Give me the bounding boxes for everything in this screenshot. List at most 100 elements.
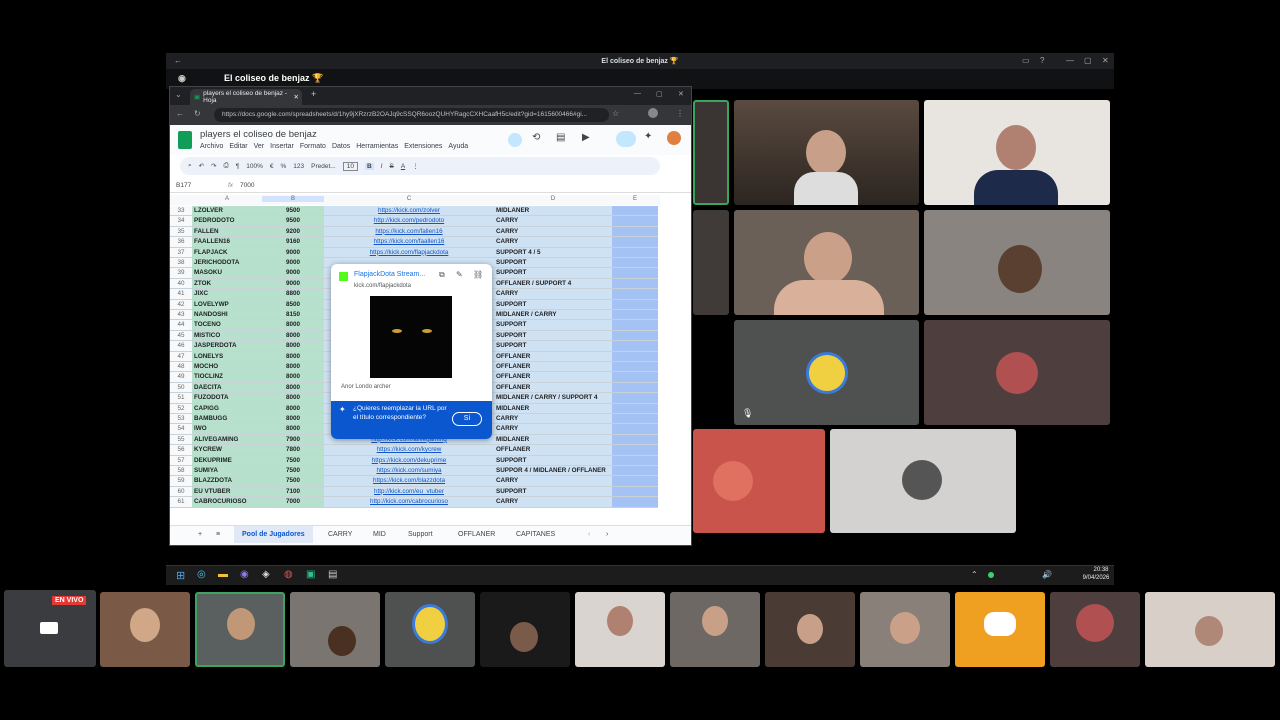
cell-role[interactable]: OFFLANER bbox=[494, 372, 612, 383]
cell-player[interactable]: LOVELYWP bbox=[192, 299, 262, 310]
cell-player[interactable]: CAPIGG bbox=[192, 403, 262, 414]
bold-button[interactable]: B bbox=[364, 162, 374, 170]
print-icon[interactable]: ⎙ bbox=[224, 162, 229, 170]
row-number[interactable]: 60 bbox=[170, 486, 192, 498]
row-number[interactable]: 53 bbox=[170, 414, 192, 425]
video-tile-player[interactable] bbox=[734, 210, 919, 315]
zoom-select[interactable]: 100% bbox=[246, 163, 263, 170]
cell-empty[interactable] bbox=[612, 476, 658, 487]
row-number[interactable]: 43 bbox=[170, 310, 192, 321]
cell-empty[interactable] bbox=[612, 278, 658, 290]
cell-empty[interactable] bbox=[612, 330, 658, 342]
cell-points[interactable]: 7000 bbox=[262, 497, 324, 508]
row-number[interactable]: 51 bbox=[170, 393, 192, 404]
font-size-input[interactable]: 10 bbox=[342, 161, 358, 171]
all-sheets-icon[interactable]: ≡ bbox=[216, 531, 220, 538]
cell-link[interactable]: https://kick.com/kycrew bbox=[324, 445, 494, 456]
row-number[interactable]: 41 bbox=[170, 289, 192, 300]
cell-points[interactable]: 9000 bbox=[262, 278, 324, 290]
row-number[interactable]: 52 bbox=[170, 403, 192, 414]
reload-icon[interactable]: ↻ bbox=[194, 109, 201, 118]
obs-icon[interactable]: ◍ bbox=[284, 569, 293, 580]
cell-empty[interactable] bbox=[612, 247, 658, 258]
row-number[interactable]: 57 bbox=[170, 455, 192, 466]
cell-empty[interactable] bbox=[612, 424, 658, 435]
menu-item[interactable]: Archivo bbox=[200, 143, 223, 150]
app-icon[interactable]: ▤ bbox=[328, 569, 337, 580]
column-header[interactable]: A bbox=[192, 196, 262, 202]
minimize-icon[interactable]: — bbox=[1066, 56, 1074, 65]
more-icon[interactable]: ⋮ bbox=[412, 162, 419, 170]
cell-role[interactable]: SUPPORT 4 / 5 bbox=[494, 247, 612, 258]
voice-tile[interactable]: 🎙 bbox=[734, 320, 919, 425]
tray-status-icon[interactable] bbox=[988, 572, 994, 578]
cell-player[interactable]: LONELYS bbox=[192, 351, 262, 362]
name-box[interactable]: B177 bbox=[176, 182, 191, 189]
menu-item[interactable]: Herramientas bbox=[356, 143, 398, 150]
accept-button[interactable]: Sí bbox=[452, 412, 482, 426]
cell-player[interactable]: KYCREW bbox=[192, 445, 262, 456]
cell-role[interactable]: SUPPOR 4 / MIDLANER / OFFLANER bbox=[494, 466, 612, 477]
cell-player[interactable]: CABROCURIOSO bbox=[192, 497, 262, 508]
text-color-button[interactable]: A bbox=[401, 163, 405, 170]
cell-role[interactable]: OFFLANER bbox=[494, 445, 612, 456]
avatar[interactable] bbox=[648, 108, 658, 118]
tab-capitanes[interactable]: CAPITANES bbox=[516, 531, 555, 538]
cell-player[interactable]: TIOCLINZ bbox=[192, 372, 262, 383]
cell-player[interactable]: EU VTUBER bbox=[192, 486, 262, 498]
cell-link[interactable]: https://kick.com/faallen16 bbox=[324, 237, 494, 248]
cell-points[interactable]: 7500 bbox=[262, 466, 324, 477]
folder-icon[interactable]: ▬ bbox=[218, 569, 228, 580]
cell-role[interactable]: SUPPORT bbox=[494, 268, 612, 279]
cell-role[interactable]: SUPPORT bbox=[494, 330, 612, 342]
voice-tile[interactable] bbox=[924, 320, 1110, 425]
row-number[interactable]: 37 bbox=[170, 247, 192, 258]
cell-points[interactable]: 7100 bbox=[262, 486, 324, 498]
collaborators-icon[interactable] bbox=[508, 133, 522, 147]
cell-points[interactable]: 7500 bbox=[262, 476, 324, 487]
cell-player[interactable]: BLAZZDOTA bbox=[192, 476, 262, 487]
bookmark-star-icon[interactable]: ☆ bbox=[612, 109, 619, 118]
cell-points[interactable]: 9000 bbox=[262, 247, 324, 258]
cell-points[interactable]: 8000 bbox=[262, 351, 324, 362]
percent-icon[interactable]: % bbox=[281, 163, 287, 170]
cell-link[interactable]: http://kick.com/eu_vtuber bbox=[324, 486, 494, 498]
cell-role[interactable]: SUPPORT bbox=[494, 299, 612, 310]
cell-role[interactable]: SUPPORT bbox=[494, 341, 612, 352]
maximize-icon[interactable]: ▢ bbox=[1084, 56, 1092, 65]
cell-role[interactable]: CARRY bbox=[494, 237, 612, 248]
cell-role[interactable]: SUPPORT bbox=[494, 258, 612, 269]
cell-points[interactable]: 7900 bbox=[262, 434, 324, 446]
cell-role[interactable]: MIDLANER bbox=[494, 403, 612, 414]
cell-role[interactable]: MIDLANER bbox=[494, 206, 612, 217]
cell-empty[interactable] bbox=[612, 486, 658, 498]
voice-tile[interactable] bbox=[693, 429, 825, 533]
back-icon[interactable]: ← bbox=[176, 109, 184, 118]
voice-tile[interactable] bbox=[385, 592, 475, 667]
tab-mid[interactable]: MID bbox=[373, 531, 386, 538]
menu-item[interactable]: Formato bbox=[300, 143, 326, 150]
paint-format-icon[interactable]: ¶ bbox=[236, 163, 240, 170]
cell-role[interactable]: CARRY bbox=[494, 226, 612, 238]
cell-points[interactable]: 8000 bbox=[262, 320, 324, 331]
cell-link[interactable]: https://kick.com/dekuprime bbox=[324, 455, 494, 466]
cell-points[interactable]: 8000 bbox=[262, 330, 324, 342]
tab-carry[interactable]: CARRY bbox=[328, 531, 352, 538]
tab-pool[interactable]: Pool de Jugadores bbox=[234, 526, 313, 543]
cell-empty[interactable] bbox=[612, 414, 658, 425]
row-number[interactable]: 45 bbox=[170, 330, 192, 342]
tab-scroll-left-icon[interactable]: ‹ bbox=[588, 531, 590, 538]
gemini-icon[interactable]: ✦ bbox=[644, 131, 652, 142]
row-number[interactable]: 35 bbox=[170, 226, 192, 238]
meet-icon[interactable]: ▶ bbox=[582, 132, 590, 143]
cell-points[interactable]: 9000 bbox=[262, 258, 324, 269]
cell-link[interactable]: http://kick.com/pedrodoto bbox=[324, 216, 494, 227]
inbox-icon[interactable]: ▭ bbox=[1022, 56, 1030, 65]
tray-chevron-icon[interactable]: ⌃ bbox=[971, 570, 978, 579]
voice-tile[interactable] bbox=[1050, 592, 1140, 667]
cell-empty[interactable] bbox=[612, 466, 658, 477]
row-number[interactable]: 58 bbox=[170, 466, 192, 477]
cell-empty[interactable] bbox=[612, 362, 658, 373]
row-number[interactable]: 38 bbox=[170, 258, 192, 269]
cell-points[interactable]: 8800 bbox=[262, 289, 324, 300]
